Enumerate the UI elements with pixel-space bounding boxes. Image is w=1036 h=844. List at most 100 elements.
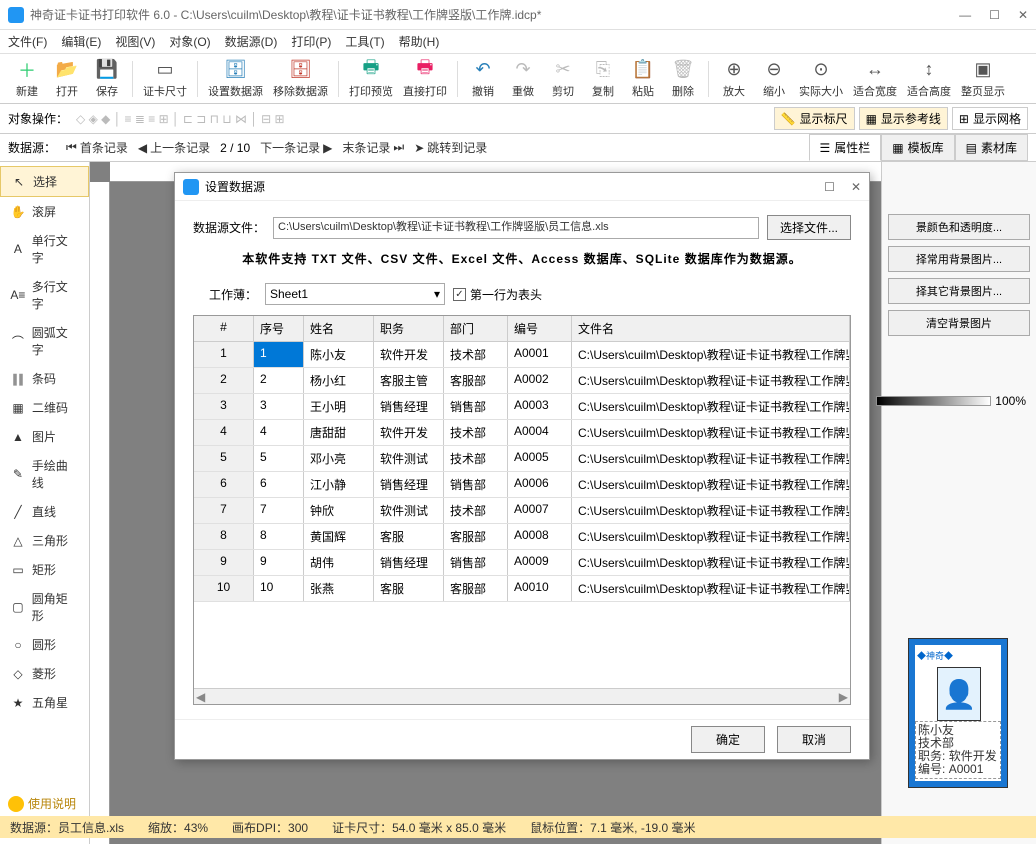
col-header[interactable]: 文件名: [572, 316, 850, 341]
toolbar-label: 证卡尺寸: [143, 83, 187, 99]
bg-other-button[interactable]: 择其它背景图片...: [888, 278, 1030, 304]
toolbar-直接打印[interactable]: 🖶直接打印: [399, 56, 451, 102]
toggle-guides[interactable]: ▦显示参考线: [859, 107, 948, 130]
toolbar-保存[interactable]: 💾保存: [88, 56, 126, 102]
toolbar-放大[interactable]: ⊕放大: [715, 56, 753, 102]
toolbar-撤销[interactable]: ↶撤销: [464, 56, 502, 102]
jump-record-button[interactable]: ➤ 跳转到记录: [414, 139, 487, 156]
file-path-input[interactable]: C:\Users\cuilm\Desktop\教程\证卡证书教程\工作牌竖版\员…: [273, 217, 759, 239]
dialog-maximize-button[interactable]: ☐: [824, 180, 835, 194]
col-header[interactable]: 职务: [374, 316, 444, 341]
table-row[interactable]: 88黄国辉客服客服部A0008C:\Users\cuilm\Desktop\教程…: [194, 524, 850, 550]
ok-button[interactable]: 确定: [691, 726, 765, 753]
toggle-ruler[interactable]: 📏显示标尺: [774, 107, 855, 130]
tab-templates[interactable]: ▦ 模板库: [881, 134, 954, 161]
menu-item[interactable]: 视图(V): [115, 33, 155, 50]
bg-clear-button[interactable]: 清空背景图片: [888, 310, 1030, 336]
toolbar-移除数据源[interactable]: 🗄移除数据源: [269, 56, 332, 102]
tab-materials[interactable]: ▤ 素材库: [955, 134, 1028, 161]
last-record-button[interactable]: 末条记录 ⏭: [342, 139, 404, 156]
tool-选择[interactable]: ↖选择: [0, 166, 89, 197]
prev-record-button[interactable]: ◀ 上一条记录: [138, 139, 210, 156]
col-header[interactable]: 姓名: [304, 316, 374, 341]
cell: A0001: [508, 342, 572, 367]
menu-item[interactable]: 工具(T): [345, 33, 384, 50]
tool-滚屏[interactable]: ✋滚屏: [0, 197, 89, 226]
menu-item[interactable]: 数据源(D): [225, 33, 278, 50]
table-row[interactable]: 11陈小友软件开发技术部A0001C:\Users\cuilm\Desktop\…: [194, 342, 850, 368]
bg-common-button[interactable]: 择常用背景图片...: [888, 246, 1030, 272]
toolbar-证卡尺寸[interactable]: ▭证卡尺寸: [139, 56, 191, 102]
menu-item[interactable]: 打印(P): [291, 33, 331, 50]
table-row[interactable]: 1010张燕客服客服部A0010C:\Users\cuilm\Desktop\教…: [194, 576, 850, 602]
data-grid: #序号姓名职务部门编号文件名 11陈小友软件开发技术部A0001C:\Users…: [193, 315, 851, 705]
toolbar-设置数据源[interactable]: 🗄设置数据源: [204, 56, 267, 102]
tool-条码[interactable]: ∥∥条码: [0, 364, 89, 393]
menu-item[interactable]: 对象(O): [169, 33, 210, 50]
toolbar-icon: 🖶: [414, 59, 436, 81]
toolbar-复制[interactable]: ⎘复制: [584, 56, 622, 102]
tool-圆形[interactable]: ○圆形: [0, 630, 89, 659]
header-checkbox[interactable]: ✓第一行为表头: [453, 286, 542, 303]
toolbar-剪切[interactable]: ✂剪切: [544, 56, 582, 102]
menu-item[interactable]: 帮助(H): [399, 33, 440, 50]
cancel-button[interactable]: 取消: [777, 726, 851, 753]
maximize-button[interactable]: ☐: [989, 8, 1000, 22]
tool-二维码[interactable]: ▦二维码: [0, 393, 89, 422]
toolbar-打开[interactable]: 📂打开: [48, 56, 86, 102]
bg-color-button[interactable]: 景颜色和透明度...: [888, 214, 1030, 240]
menu-item[interactable]: 文件(F): [8, 33, 47, 50]
toolbar-删除[interactable]: 🗑删除: [664, 56, 702, 102]
table-row[interactable]: 99胡伟销售经理销售部A0009C:\Users\cuilm\Desktop\教…: [194, 550, 850, 576]
toolbar-整页显示[interactable]: ▣整页显示: [957, 56, 1009, 102]
toolbar-重做[interactable]: ↷重做: [504, 56, 542, 102]
table-row[interactable]: 66江小静销售经理销售部A0006C:\Users\cuilm\Desktop\…: [194, 472, 850, 498]
tool-五角星[interactable]: ★五角星: [0, 688, 89, 717]
close-button[interactable]: ✕: [1018, 8, 1028, 22]
toolbar-粘贴[interactable]: 📋粘贴: [624, 56, 662, 102]
first-record-button[interactable]: ⏮ 首条记录: [66, 139, 128, 156]
tool-单行文字[interactable]: A单行文字: [0, 226, 89, 272]
tool-矩形[interactable]: ▭矩形: [0, 555, 89, 584]
toolbar-新建[interactable]: ＋新建: [8, 56, 46, 102]
table-row[interactable]: 55邓小亮软件测试技术部A0005C:\Users\cuilm\Desktop\…: [194, 446, 850, 472]
tool-圆角矩形[interactable]: ▢圆角矩形: [0, 584, 89, 630]
tool-圆弧文字[interactable]: ⌒圆弧文字: [0, 318, 89, 364]
tool-菱形[interactable]: ◇菱形: [0, 659, 89, 688]
table-row[interactable]: 33王小明销售经理销售部A0003C:\Users\cuilm\Desktop\…: [194, 394, 850, 420]
cell: 4: [254, 420, 304, 445]
tool-图片[interactable]: ▲图片: [0, 422, 89, 451]
col-header[interactable]: 序号: [254, 316, 304, 341]
toolbar-实际大小[interactable]: ⊙实际大小: [795, 56, 847, 102]
grid-scrollbar[interactable]: ◀▶: [194, 688, 850, 704]
tool-手绘曲线[interactable]: ✎手绘曲线: [0, 451, 89, 497]
toolbar-缩小[interactable]: ⊖缩小: [755, 56, 793, 102]
menu-item[interactable]: 编辑(E): [61, 33, 101, 50]
col-header[interactable]: #: [194, 316, 254, 341]
tool-多行文字[interactable]: A≡多行文字: [0, 272, 89, 318]
next-record-button[interactable]: 下一条记录 ▶: [260, 139, 332, 156]
col-header[interactable]: 部门: [444, 316, 508, 341]
opacity-slider[interactable]: 100%: [876, 394, 1026, 408]
toolbar-适合宽度[interactable]: ↔适合宽度: [849, 56, 901, 102]
cell: 3: [194, 394, 254, 419]
table-row[interactable]: 77钟欣软件测试技术部A0007C:\Users\cuilm\Desktop\教…: [194, 498, 850, 524]
cell: A0003: [508, 394, 572, 419]
table-row[interactable]: 22杨小红客服主管客服部A0002C:\Users\cuilm\Desktop\…: [194, 368, 850, 394]
toolbar-打印预览[interactable]: 🖶打印预览: [345, 56, 397, 102]
cell: 胡伟: [304, 550, 374, 575]
toggle-grid[interactable]: ⊞显示网格: [952, 107, 1028, 130]
tool-三角形[interactable]: △三角形: [0, 526, 89, 555]
toolbar-适合高度[interactable]: ↕适合高度: [903, 56, 955, 102]
dialog-close-button[interactable]: ✕: [851, 180, 861, 194]
table-row[interactable]: 44唐甜甜软件开发技术部A0004C:\Users\cuilm\Desktop\…: [194, 420, 850, 446]
help-link[interactable]: 使用说明: [8, 795, 76, 812]
tool-直线[interactable]: ╱直线: [0, 497, 89, 526]
col-header[interactable]: 编号: [508, 316, 572, 341]
sheet-combo[interactable]: Sheet1▾: [265, 283, 445, 305]
cell: 7: [254, 498, 304, 523]
cell: 王小明: [304, 394, 374, 419]
minimize-button[interactable]: —: [959, 8, 971, 22]
browse-button[interactable]: 选择文件...: [767, 215, 851, 240]
tab-properties[interactable]: ☰ 属性栏: [809, 134, 882, 161]
